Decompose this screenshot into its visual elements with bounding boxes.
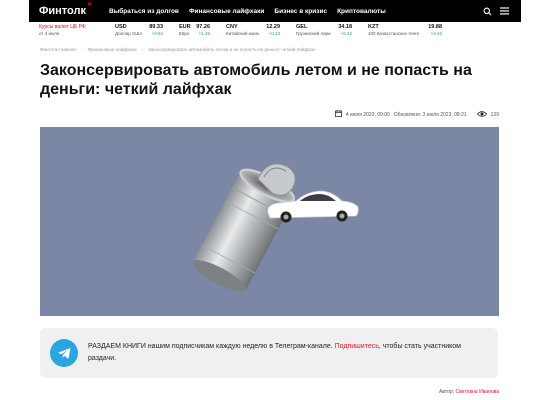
rate-name: Евро <box>179 31 190 36</box>
promo-text: РАЗДАЕМ КНИГИ нашим подписчикам каждую н… <box>88 341 468 365</box>
rate-delta: +0.42 <box>340 31 352 36</box>
telegram-promo: РАЗДАЕМ КНИГИ нашим подписчикам каждую н… <box>40 328 498 378</box>
top-navigation-bar: Финтолк” Выбраться из долгов Финансовые … <box>29 0 521 22</box>
currency-rates-strip: Курсы валют ЦБ РФ от 4 июля USD 89.33 Дол… <box>29 22 521 40</box>
rate-delta: +1.26 <box>198 31 210 36</box>
breadcrumb-home[interactable]: Финтолк главная <box>40 47 76 52</box>
rate-delta: +0.42 <box>430 31 442 36</box>
nav-item-business[interactable]: Бизнес в кризис <box>274 8 327 15</box>
rate-kzt: KZT 19.88 100 Казахстанских тенге +0.42 <box>368 22 442 36</box>
rate-value: 97.26 <box>196 24 210 30</box>
site-logo[interactable]: Финтолк” <box>39 1 109 17</box>
author-label: Автор: <box>438 389 455 395</box>
rate-delta: +0.94 <box>151 31 163 36</box>
rate-code: USD <box>115 24 127 30</box>
rate-usd: USD 89.33 Доллар США +0.94 <box>115 22 163 36</box>
rates-label[interactable]: Курсы валют ЦБ РФ от 4 июля <box>29 22 105 36</box>
rate-gel: GEL 34.18 Грузинский лари +0.42 <box>296 22 352 36</box>
rate-delta: +0.13 <box>268 31 280 36</box>
breadcrumb-separator: › <box>80 47 83 52</box>
subscribe-link[interactable]: Подпишитесь <box>335 343 379 350</box>
hero-image <box>40 127 499 316</box>
updated-date: Обновлено: 3 июля 2023, 08:21 <box>393 111 467 118</box>
rate-name: Грузинский лари <box>296 31 331 36</box>
breadcrumb-current: Законсервировать автомобиль летом и не п… <box>148 47 316 52</box>
promo-strong: РАЗДАЕМ КНИГИ <box>88 343 146 350</box>
promo-body: нашим подписчикам каждую неделю в Телегр… <box>145 343 335 350</box>
search-icon[interactable] <box>483 7 492 16</box>
rate-value: 34.18 <box>338 24 352 30</box>
nav-item-lifehacks[interactable]: Финансовые лайфхаки <box>189 8 264 15</box>
rates-date: от 4 июля <box>39 31 60 36</box>
rate-value: 19.88 <box>428 24 442 30</box>
telegram-icon[interactable] <box>50 339 78 367</box>
rate-eur: EUR 97.26 Евро +1.26 <box>179 22 210 36</box>
logo-mark: ” <box>86 1 92 11</box>
menu-icon[interactable] <box>500 7 509 15</box>
rate-name: Китайский юань <box>226 31 260 36</box>
rate-code: CNY <box>226 24 238 30</box>
rate-value: 89.33 <box>149 24 163 30</box>
logo-text: Финтолк <box>39 5 86 17</box>
published-date: 4 июля 2023, 09:00 <box>345 111 390 118</box>
rate-code: EUR <box>179 24 191 30</box>
article-meta: 4 июля 2023, 09:00 Обновлено: 3 июля 202… <box>334 110 499 119</box>
rate-code: KZT <box>368 24 379 30</box>
breadcrumb: Финтолк главная › Финансовые лайфхаки › … <box>40 47 315 52</box>
author-name[interactable]: Светлана Иванова <box>455 389 499 395</box>
nav-item-debts[interactable]: Выбраться из долгов <box>109 8 179 15</box>
breadcrumb-separator: › <box>141 47 144 52</box>
eye-icon <box>476 110 487 119</box>
rate-cny: CNY 12.29 Китайский юань +0.13 <box>226 22 280 36</box>
car-in-can-illustration <box>192 163 359 292</box>
article-author: Автор: Светлана Иванова <box>439 389 499 395</box>
rate-code: GEL <box>296 24 308 30</box>
calendar-icon <box>334 110 342 119</box>
rates-title: Курсы валют ЦБ РФ <box>39 24 86 30</box>
nav-item-crypto[interactable]: Криптовалюты <box>337 8 386 15</box>
main-nav: Выбраться из долгов Финансовые лайфхаки … <box>109 8 386 15</box>
rate-name: 100 Казахстанских тенге <box>368 31 420 36</box>
views-count: 139 <box>490 111 499 118</box>
breadcrumb-category[interactable]: Финансовые лайфхаки <box>87 47 136 52</box>
article-title: Законсервировать автомобиль летом и не п… <box>40 62 472 98</box>
rate-value: 12.29 <box>266 24 280 30</box>
rate-name: Доллар США <box>115 31 143 36</box>
